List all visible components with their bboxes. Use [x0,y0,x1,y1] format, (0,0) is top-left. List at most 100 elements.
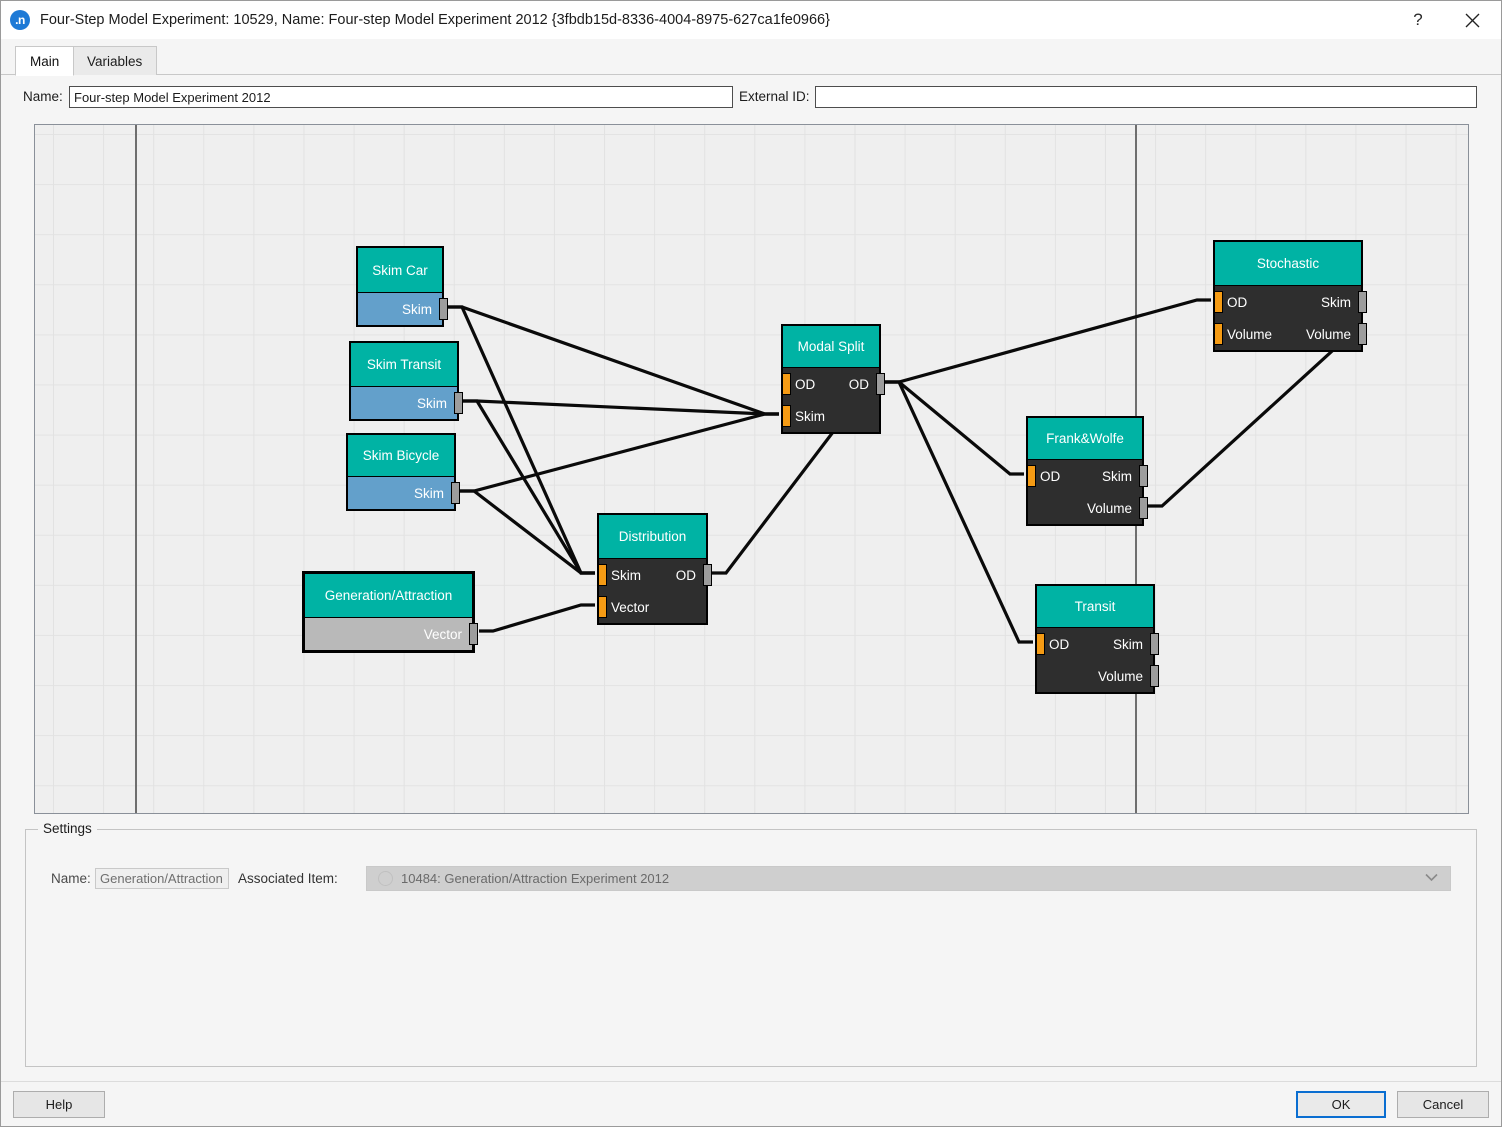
node-title-stochastic: Stochastic [1215,242,1361,286]
tab-variables[interactable]: Variables [72,46,158,75]
output-port-volume[interactable] [1139,497,1148,519]
output-port-label: Volume [1097,668,1143,684]
settings-legend: Settings [38,821,97,836]
input-port-skim[interactable] [598,564,607,586]
output-port-label: Skim [417,395,447,411]
output-port-label: Volume [1086,500,1132,516]
input-port-vector[interactable] [598,596,607,618]
settings-name-value: Generation/Attraction [95,868,229,889]
edge[interactable] [1148,330,1367,508]
node-title-skim-car: Skim Car [358,248,442,293]
output-port-label: Vector [423,626,462,642]
help-icon[interactable]: ? [1395,1,1441,39]
port-row: OD Skim [1036,628,1159,660]
node-skim-car[interactable]: Skim Car Skim [356,246,448,327]
input-port-od[interactable] [1214,291,1223,313]
node-body-modal-split: OD OD Skim [782,368,885,432]
associated-item-combobox[interactable]: 10484: Generation/Attraction Experiment … [366,866,1451,891]
tab-main[interactable]: Main [15,46,75,76]
output-port-label: Skim [414,485,444,501]
node-body-stochastic: OD Skim Volume Volume [1214,286,1367,350]
port-row: OD OD [782,368,885,400]
output-port-label: Skim [1102,468,1132,484]
node-modal-split[interactable]: Modal Split OD OD Skim [781,324,885,434]
port-row: Volume [1037,660,1159,692]
input-port-volume[interactable] [1214,323,1223,345]
node-body-generation-attraction: Vector [305,618,478,650]
node-distribution[interactable]: Distribution Skim OD Vector [597,513,712,625]
item-icon [378,871,393,886]
port-row: Skim [348,477,460,509]
dialog-window: .n Four-Step Model Experiment: 10529, Na… [0,0,1502,1127]
node-transit[interactable]: Transit OD Skim Volume [1035,584,1159,694]
output-port-label: Skim [1321,294,1351,310]
node-stochastic[interactable]: Stochastic OD Skim Volume Volume [1213,240,1367,352]
app-logo-icon: .n [10,10,30,30]
window-title: Four-Step Model Experiment: 10529, Name:… [40,12,830,28]
tab-bar: Main Variables [1,39,1501,76]
output-port-label: Skim [1113,636,1143,652]
node-title-generation-attraction: Generation/Attraction [305,574,472,618]
port-row: OD Skim [1027,460,1148,492]
cancel-button[interactable]: Cancel [1397,1091,1489,1118]
associated-item-label: Associated Item: [238,871,338,886]
edge-layer [448,298,1367,644]
edge[interactable] [479,603,595,633]
port-row: OD Skim [1214,286,1367,318]
output-port-vector[interactable] [469,623,478,645]
name-label: Name: [23,89,63,104]
port-row: Skim [782,400,879,432]
chevron-down-icon [1425,873,1438,885]
name-input[interactable] [69,86,733,108]
port-row: Skim [358,293,448,325]
output-port-skim[interactable] [451,482,460,504]
output-port-od[interactable] [876,373,885,395]
node-body-frank-wolfe: OD Skim Volume [1027,460,1148,524]
associated-item-value: 10484: Generation/Attraction Experiment … [401,871,670,886]
node-body-skim-bicycle: Skim [348,477,460,509]
input-port-od[interactable] [1027,465,1036,487]
node-skim-bicycle[interactable]: Skim Bicycle Skim [346,433,460,511]
output-port-label: Skim [402,301,432,317]
output-port-volume[interactable] [1358,323,1367,345]
output-port-od[interactable] [703,564,712,586]
dialog-footer: Help OK Cancel [1,1081,1501,1126]
edge[interactable] [885,298,1211,384]
node-title-transit: Transit [1037,586,1153,628]
node-generation-attraction[interactable]: Generation/Attraction Vector [302,571,478,653]
close-icon[interactable] [1449,1,1495,39]
help-button[interactable]: Help [13,1091,105,1118]
port-row: Vector [598,591,706,623]
external-id-label: External ID: [739,89,810,104]
output-port-label: OD [848,376,869,392]
output-port-skim[interactable] [1139,465,1148,487]
output-port-skim[interactable] [1150,633,1159,655]
output-port-skim[interactable] [1358,291,1367,313]
output-port-skim[interactable] [439,298,448,320]
port-row: Skim OD [598,559,712,591]
node-frank-wolfe[interactable]: Frank&Wolfe OD Skim Volume [1026,416,1148,526]
node-skim-transit[interactable]: Skim Transit Skim [349,341,463,421]
node-title-frank-wolfe: Frank&Wolfe [1028,418,1142,460]
external-id-input[interactable] [815,86,1477,108]
port-row: Skim [351,387,463,419]
port-row: Volume [1028,492,1148,524]
port-row: Vector [305,618,478,650]
input-port-od[interactable] [782,373,791,395]
node-body-transit: OD Skim Volume [1036,628,1159,692]
input-port-od[interactable] [1036,633,1045,655]
input-port-label: Volume [1227,326,1273,342]
name-row: Name: External ID: [1,81,1501,113]
output-port-skim[interactable] [454,392,463,414]
settings-panel: Settings Name: Generation/Attraction Ass… [25,821,1477,1067]
port-row: Volume Volume [1214,318,1367,350]
edge[interactable] [463,399,595,575]
output-port-volume[interactable] [1150,665,1159,687]
diagram-canvas[interactable]: Skim Car Skim Skim Transit Skim Skim Bicycle… [34,124,1469,814]
edge[interactable] [448,305,779,416]
edge[interactable] [885,380,1033,644]
input-port-skim[interactable] [782,405,791,427]
output-port-label: Volume [1305,326,1351,342]
ok-button[interactable]: OK [1296,1091,1386,1118]
node-title-distribution: Distribution [599,515,706,559]
